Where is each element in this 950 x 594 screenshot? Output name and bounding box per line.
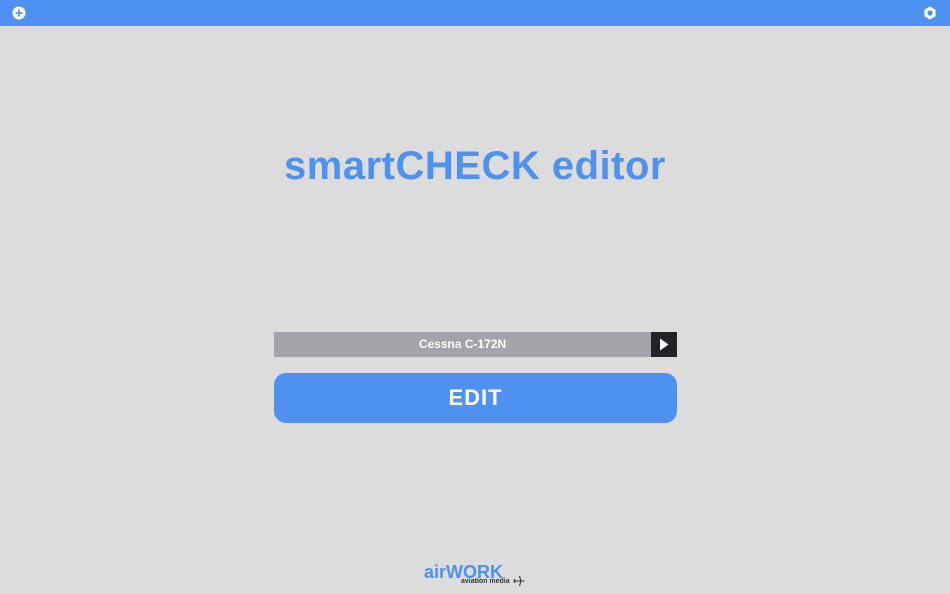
- edit-button[interactable]: EDIT: [274, 373, 677, 423]
- next-checklist-button[interactable]: [651, 332, 677, 357]
- logo-tagline: aviation media: [461, 578, 510, 585]
- checklist-selector[interactable]: Cessna C-172N: [274, 332, 677, 357]
- app-title: smartCHECK editor: [284, 144, 666, 188]
- airplane-icon: [513, 575, 525, 587]
- add-icon[interactable]: [12, 6, 26, 20]
- play-triangle-icon: [660, 338, 669, 351]
- gear-icon[interactable]: [923, 6, 937, 20]
- selected-checklist[interactable]: Cessna C-172N: [274, 332, 651, 357]
- top-toolbar: [0, 0, 950, 26]
- airwork-logo: airWORK aviation media: [424, 562, 528, 590]
